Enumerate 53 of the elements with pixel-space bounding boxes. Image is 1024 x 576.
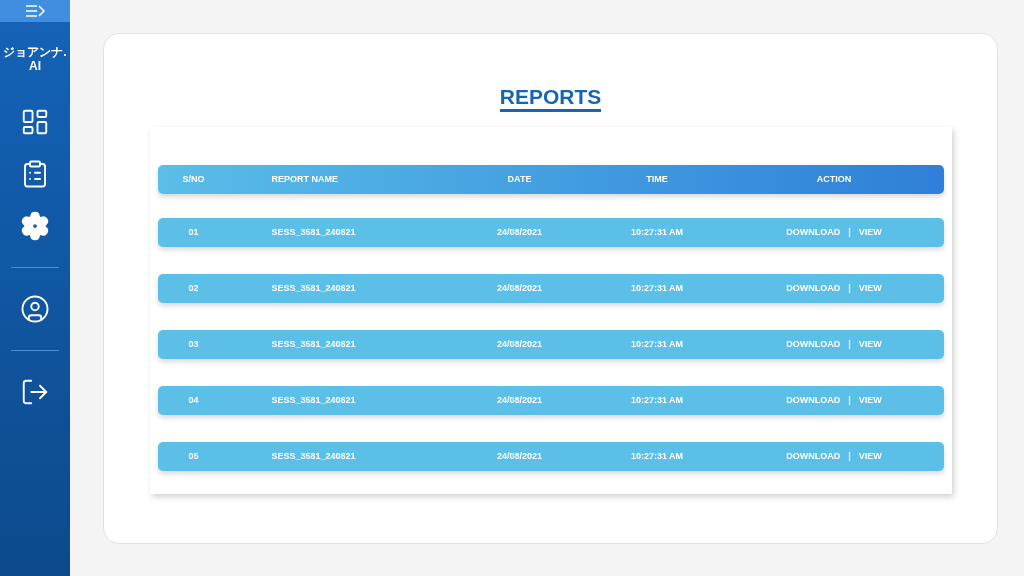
column-header: DATE (506, 172, 533, 186)
table-cell-text: 10:27:31 AM (629, 393, 685, 407)
download-link[interactable]: DOWNLOAD (786, 281, 841, 296)
table-cell-text: 03 (187, 337, 200, 351)
column-header: TIME (645, 172, 669, 186)
download-link[interactable]: DOWNLOAD (786, 393, 841, 408)
table-cell-text: 24/08/2021 (495, 449, 543, 463)
table-cell-text: SESS_3581_240821 (270, 449, 357, 463)
column-header: ACTION (815, 172, 853, 186)
table-cell-text: 02 (187, 281, 200, 295)
menu-icon[interactable] (25, 5, 45, 17)
table-row[interactable]: 02 SESS_3581_240821 24/08/2021 10:27:31 AM DOWNLOAD | VIEW (157, 274, 944, 303)
column-header: S/NO (181, 172, 206, 186)
settings-icon[interactable] (20, 211, 50, 241)
logout-icon[interactable] (20, 377, 50, 407)
dashboard-icon[interactable] (20, 107, 50, 137)
table-cell-text: SESS_3581_240821 (270, 337, 357, 351)
separator: | (848, 281, 851, 295)
table-cell-text: SESS_3581_240821 (270, 281, 357, 295)
table-cell-text: 24/08/2021 (495, 281, 543, 295)
table-cell-text: 10:27:31 AM (629, 449, 685, 463)
view-link[interactable]: VIEW (858, 337, 882, 352)
download-link[interactable]: DOWNLOAD (786, 337, 841, 352)
menu-toggle-bar[interactable] (0, 0, 70, 22)
table-cell-text: 05 (187, 449, 200, 463)
separator: | (848, 449, 851, 463)
separator: | (848, 225, 851, 239)
view-link[interactable]: VIEW (858, 393, 882, 408)
table-cell-text: 24/08/2021 (495, 337, 543, 351)
download-link[interactable]: DOWNLOAD (786, 449, 841, 464)
table-row[interactable]: 04 SESS_3581_240821 24/08/2021 10:27:31 AM DOWNLOAD | VIEW (157, 386, 944, 415)
table-cell-text: 04 (187, 393, 200, 407)
column-header: REPORT NAME (270, 172, 339, 186)
user-icon[interactable] (20, 294, 50, 324)
table-cell-text: SESS_3581_240821 (270, 393, 357, 407)
view-link[interactable]: VIEW (858, 449, 882, 464)
table-row[interactable]: 03 SESS_3581_240821 24/08/2021 10:27:31 AM DOWNLOAD | VIEW (157, 330, 944, 359)
table-cell-text: 10:27:31 AM (629, 225, 685, 239)
table-cell-text: 24/08/2021 (495, 393, 543, 407)
separator: | (848, 393, 851, 407)
table-cell-text: 10:27:31 AM (629, 281, 685, 295)
view-link[interactable]: VIEW (858, 281, 882, 296)
table-row[interactable]: 05 SESS_3581_240821 24/08/2021 10:27:31 AM DOWNLOAD | VIEW (157, 442, 944, 471)
table-cell-text: SESS_3581_240821 (270, 225, 357, 239)
table-row[interactable]: 01 SESS_3581_240821 24/08/2021 10:27:31 AM DOWNLOAD | VIEW (157, 218, 944, 247)
table-cell-text: 10:27:31 AM (629, 337, 685, 351)
table-cell-text: 24/08/2021 (495, 225, 543, 239)
table-cell-text: 01 (187, 225, 200, 239)
logo: ジョアンナ.AI (3, 45, 67, 73)
view-link[interactable]: VIEW (858, 225, 882, 240)
page-title: REPORTS (499, 85, 602, 112)
separator: | (848, 337, 851, 351)
download-link[interactable]: DOWNLOAD (786, 225, 841, 240)
